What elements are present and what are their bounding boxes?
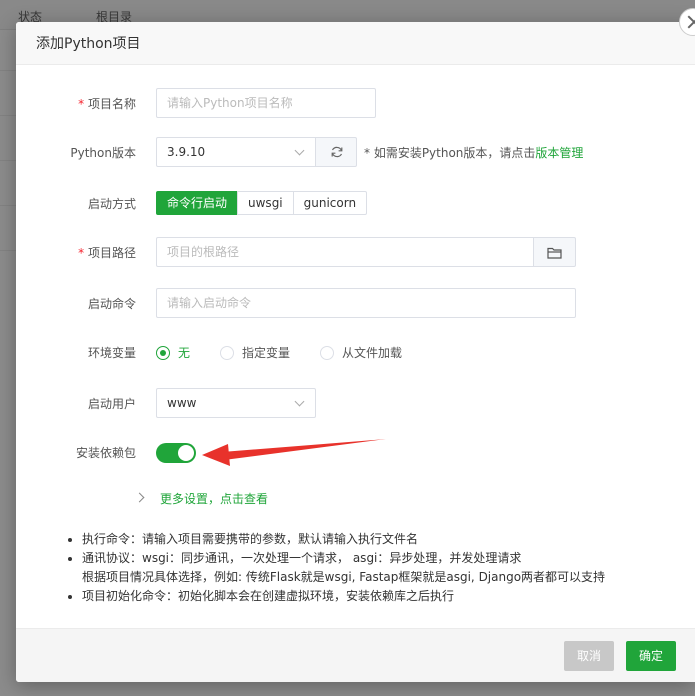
project-path-label: 项目路径 bbox=[16, 237, 136, 269]
env-vars-specified-radio[interactable]: 指定变量 bbox=[220, 337, 290, 369]
note-item: 项目初始化命令：初始化脚本会在创建虚拟环境，安装依赖库之后执行 bbox=[82, 587, 605, 606]
project-name-input[interactable]: 请输入Python项目名称 bbox=[156, 88, 376, 118]
chevron-down-icon bbox=[294, 396, 305, 407]
start-mode-uwsgi-button[interactable]: uwsgi bbox=[237, 191, 294, 215]
cancel-button[interactable]: 取消 bbox=[564, 641, 615, 671]
dialog-header: 添加Python项目 bbox=[16, 22, 695, 65]
start-command-label: 启动命令 bbox=[87, 297, 136, 311]
python-version-select[interactable]: 3.9.10 bbox=[156, 137, 316, 167]
note-item: 执行命令：请输入项目需要携带的参数，默认请输入执行文件名 bbox=[82, 530, 605, 549]
notes-list: 执行命令：请输入项目需要携带的参数，默认请输入执行文件名 通讯协议：wsgi：同… bbox=[68, 530, 605, 606]
start-mode-label: 启动方式 bbox=[87, 197, 136, 211]
confirm-button[interactable]: 确定 bbox=[626, 641, 677, 671]
install-deps-toggle[interactable] bbox=[156, 443, 196, 463]
annotation-arrow-icon bbox=[202, 439, 386, 466]
more-settings-link[interactable]: 更多设置，点击查看 bbox=[160, 490, 268, 507]
form-row-project-path: 项目路径 项目的根路径 bbox=[16, 237, 695, 269]
form-row-python-version: Python版本 3.9.10 * 如需安装Python版本，请点击版本管理 bbox=[16, 137, 695, 169]
env-vars-none-radio[interactable]: 无 bbox=[156, 337, 190, 369]
start-mode-cli-button[interactable]: 命令行启动 bbox=[156, 191, 239, 215]
chevron-down-icon bbox=[294, 145, 305, 156]
env-vars-label: 环境变量 bbox=[87, 346, 136, 360]
python-version-hint: * 如需安装Python版本，请点击版本管理 bbox=[364, 137, 583, 169]
dialog-title: 添加Python项目 bbox=[36, 36, 141, 52]
form-row-start-mode: 启动方式 命令行启动 uwsgi gunicorn bbox=[16, 188, 695, 220]
form-row-start-command: 启动命令 请输入启动命令 bbox=[16, 288, 695, 320]
python-version-label: Python版本 bbox=[70, 146, 136, 160]
python-version-value: 3.9.10 bbox=[167, 145, 206, 159]
python-version-hint-text: * 如需安装Python版本，请点击 bbox=[364, 146, 536, 160]
start-mode-gunicorn-button[interactable]: gunicorn bbox=[292, 191, 368, 215]
form-row-run-user: 启动用户 www bbox=[16, 388, 695, 420]
project-path-input[interactable]: 项目的根路径 bbox=[156, 237, 534, 267]
start-command-input[interactable]: 请输入启动命令 bbox=[156, 288, 576, 318]
folder-icon bbox=[547, 247, 562, 259]
dialog-footer: 取消 确定 bbox=[16, 628, 695, 682]
form-row-env-vars: 环境变量 无 指定变量 从文件加载 bbox=[16, 337, 695, 369]
env-vars-from-file-radio[interactable]: 从文件加载 bbox=[320, 337, 402, 369]
select-folder-button[interactable] bbox=[533, 237, 576, 267]
run-user-value: www bbox=[167, 396, 197, 410]
add-python-project-dialog: 添加Python项目 项目名称 请输入Python项目名称 Python版本 3… bbox=[16, 22, 695, 682]
install-deps-label: 安装依赖包 bbox=[75, 446, 136, 460]
project-name-label: 项目名称 bbox=[16, 88, 136, 120]
version-management-link[interactable]: 版本管理 bbox=[535, 146, 583, 160]
run-user-select[interactable]: www bbox=[156, 388, 316, 418]
note-item: 通讯协议：wsgi：同步通讯，一次处理一个请求， asgi：异步处理，并发处理请… bbox=[82, 549, 605, 587]
run-user-label: 启动用户 bbox=[87, 397, 136, 411]
toggle-knob bbox=[178, 445, 194, 461]
start-mode-segmented: 命令行启动 uwsgi gunicorn bbox=[156, 191, 368, 215]
form-row-project-name: 项目名称 请输入Python项目名称 bbox=[16, 88, 695, 120]
refresh-icon bbox=[331, 146, 343, 158]
chevron-right-icon bbox=[134, 492, 145, 503]
refresh-version-button[interactable] bbox=[315, 137, 357, 167]
